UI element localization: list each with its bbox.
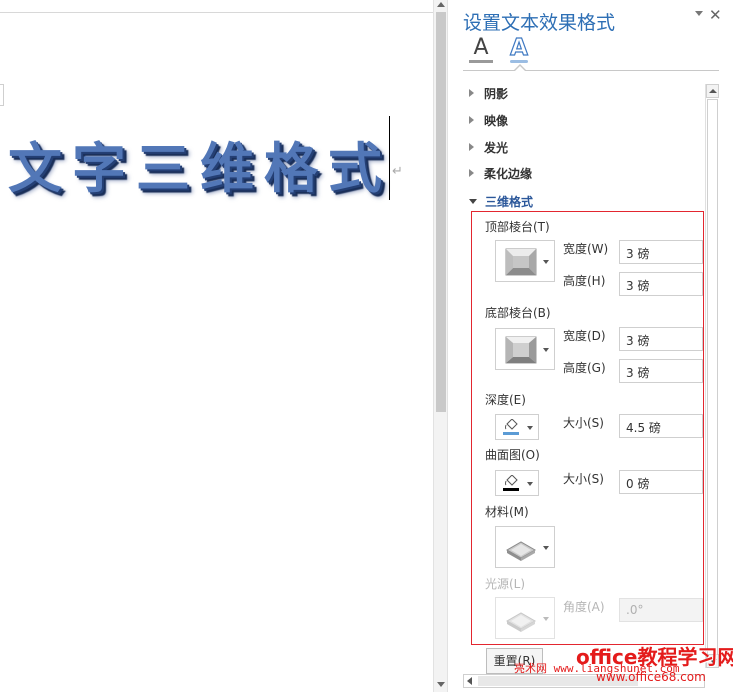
section-soft-edges[interactable]: 柔化边缘 xyxy=(469,163,532,183)
material-preset-icon xyxy=(505,541,537,561)
depth-label: 深度(E) xyxy=(485,393,526,407)
contour-size-label: 大小(S) xyxy=(563,472,604,486)
contour-color-swatch xyxy=(503,488,519,491)
section-shadow[interactable]: 阴影 xyxy=(469,83,508,103)
lighting-preset-icon xyxy=(505,612,537,632)
bottom-width-label: 宽度(D) xyxy=(563,329,606,343)
tab-divider xyxy=(463,70,719,71)
pane-options-dropdown-icon[interactable] xyxy=(695,11,703,16)
expand-arrow-icon xyxy=(469,89,474,97)
section-label: 映像 xyxy=(484,113,509,128)
document-canvas[interactable]: 文字三维格式 ↵ xyxy=(0,0,433,692)
document-vertical-scrollbar[interactable] xyxy=(433,0,448,692)
tab-text-effects[interactable]: A xyxy=(505,35,533,66)
top-height-input[interactable]: 3 磅 xyxy=(619,272,703,296)
lighting-label: 光源(L) xyxy=(485,577,526,591)
bottom-height-label: 高度(G) xyxy=(563,361,606,375)
dropdown-caret-icon xyxy=(543,260,549,264)
top-width-input[interactable]: 3 磅 xyxy=(619,240,703,264)
paragraph-mark-icon: ↵ xyxy=(392,164,403,179)
watermark-url: www.office68.com xyxy=(596,670,706,684)
scroll-down-arrow-icon[interactable] xyxy=(437,682,445,687)
wordart-text[interactable]: 文字三维格式 xyxy=(8,124,392,203)
pane-vertical-scrollbar[interactable] xyxy=(705,84,719,668)
dropdown-caret-icon xyxy=(543,617,549,621)
scroll-left-arrow-icon[interactable] xyxy=(467,677,472,685)
material-label: 材料(M) xyxy=(485,505,529,519)
scroll-up-arrow-icon[interactable] xyxy=(706,84,719,98)
selected-tab-notch-inner xyxy=(514,66,526,72)
material-preset-button[interactable] xyxy=(495,526,555,568)
close-icon[interactable]: ✕ xyxy=(709,6,722,24)
section-glow[interactable]: 发光 xyxy=(469,137,508,157)
paint-bucket-icon xyxy=(505,475,518,486)
expand-arrow-icon xyxy=(469,143,474,151)
scrollbar-thumb[interactable] xyxy=(436,12,446,412)
paint-bucket-icon xyxy=(505,419,518,430)
section-label: 发光 xyxy=(484,140,509,155)
contour-color-button[interactable] xyxy=(495,470,539,496)
bottom-bevel-preset-button[interactable] xyxy=(495,328,555,370)
bevel-preset-icon xyxy=(505,336,537,364)
top-bevel-label: 顶部棱台(T) xyxy=(485,220,550,234)
dropdown-caret-icon xyxy=(543,546,549,550)
section-3d-format[interactable]: 三维格式 xyxy=(469,191,533,211)
depth-size-input[interactable]: 4.5 磅 xyxy=(619,414,703,438)
angle-label: 角度(A) xyxy=(563,600,605,614)
dropdown-caret-icon xyxy=(527,482,533,486)
section-label: 三维格式 xyxy=(485,194,534,209)
section-reflection[interactable]: 映像 xyxy=(469,110,508,130)
lighting-preset-button[interactable] xyxy=(495,597,555,639)
top-width-label: 宽度(W) xyxy=(563,242,609,256)
format-text-effects-pane: 设置文本效果格式 ✕ A A 阴影 映像 发光 柔化边缘 三维格式 顶部棱台(T… xyxy=(449,0,733,692)
contour-label: 曲面图(O) xyxy=(485,448,540,462)
depth-color-swatch xyxy=(503,432,519,435)
text-cursor xyxy=(389,116,390,200)
pane-scrollbar-thumb[interactable] xyxy=(707,99,718,655)
text-fill-underline xyxy=(469,60,493,63)
dropdown-caret-icon xyxy=(527,426,533,430)
collapse-arrow-icon xyxy=(469,198,477,204)
contour-size-input[interactable]: 0 磅 xyxy=(619,470,703,494)
text-fill-icon: A xyxy=(473,35,489,60)
angle-input[interactable]: .0° xyxy=(619,598,703,622)
text-effects-glow xyxy=(510,60,528,63)
bottom-bevel-label: 底部棱台(B) xyxy=(485,306,551,320)
bottom-height-input[interactable]: 3 磅 xyxy=(619,359,703,383)
margin-marker xyxy=(0,84,4,106)
bevel-preset-icon xyxy=(505,248,537,276)
pane-title: 设置文本效果格式 xyxy=(463,12,616,34)
tab-text-fill-outline[interactable]: A xyxy=(467,36,495,66)
expand-arrow-icon xyxy=(469,116,474,124)
top-height-label: 高度(H) xyxy=(563,274,606,288)
text-effects-icon: A xyxy=(509,35,528,61)
depth-size-label: 大小(S) xyxy=(563,416,604,430)
section-label: 阴影 xyxy=(484,86,509,101)
dropdown-caret-icon xyxy=(543,348,549,352)
top-bevel-preset-button[interactable] xyxy=(495,240,555,282)
bottom-width-input[interactable]: 3 磅 xyxy=(619,327,703,351)
depth-color-button[interactable] xyxy=(495,414,539,440)
scroll-up-arrow-icon[interactable] xyxy=(437,2,445,7)
expand-arrow-icon xyxy=(469,169,474,177)
section-label: 柔化边缘 xyxy=(484,166,533,181)
page-top-edge xyxy=(0,12,433,13)
